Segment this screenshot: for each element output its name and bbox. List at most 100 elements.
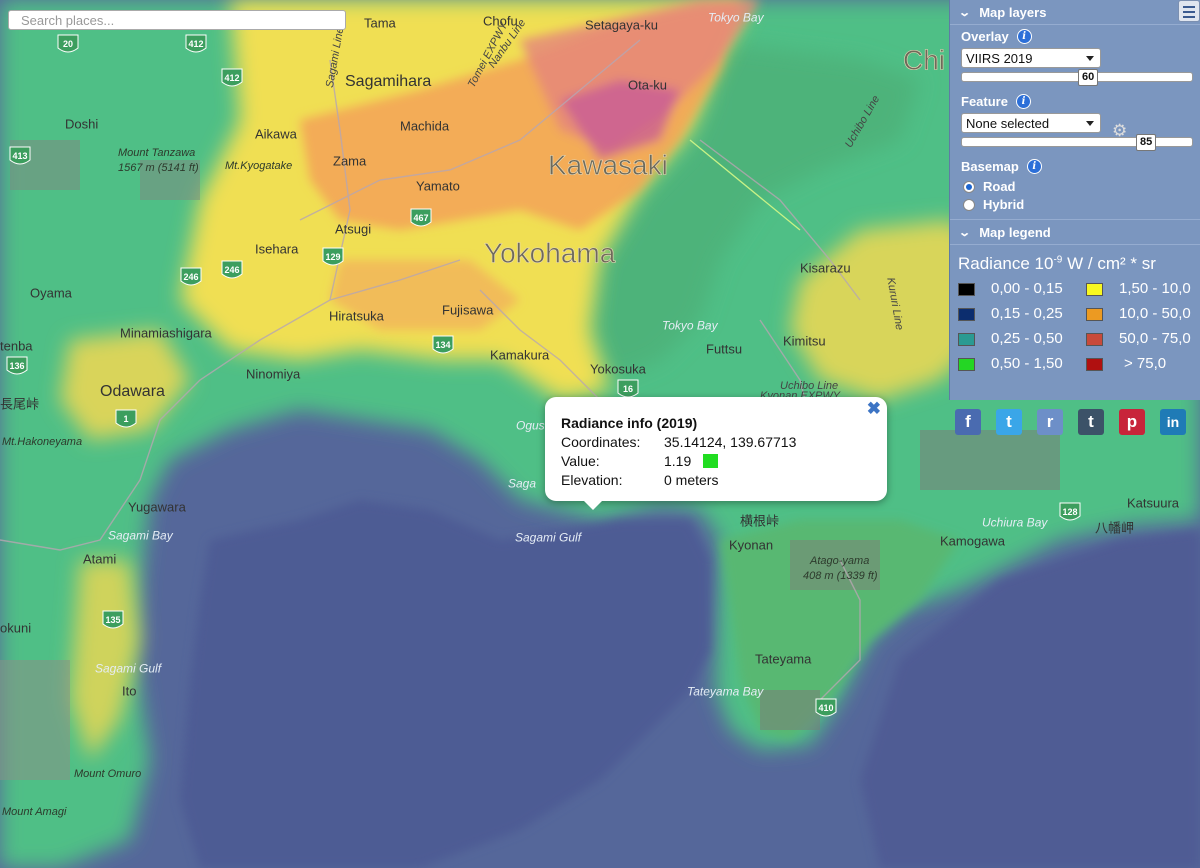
feature-opacity-slider[interactable]: 85 — [961, 134, 1193, 151]
route-shield-icon: 134 — [432, 335, 454, 354]
radio-button-selected[interactable] — [963, 180, 975, 193]
map-place-label: Kamakura — [490, 347, 550, 362]
map-place-label: okuni — [0, 620, 31, 635]
search-input[interactable] — [9, 11, 345, 29]
route-shield-icon: 128 — [1059, 502, 1081, 521]
map-place-label: Sagami Bay — [108, 529, 174, 543]
radiance-value: 1.19 — [664, 452, 692, 469]
map-place-label: Atago-yama — [809, 555, 869, 567]
route-shield-number: 1 — [123, 414, 128, 424]
legend-swatch — [958, 333, 975, 346]
route-shield-number: 129 — [325, 252, 340, 262]
facebook-icon[interactable]: f — [955, 409, 981, 435]
legend-range-label: 0,00 - 0,15 — [991, 280, 1063, 297]
route-shield-number: 16 — [623, 384, 633, 394]
legend-range-label: 10,0 - 50,0 — [1119, 305, 1191, 322]
overlay-opacity-slider[interactable]: 60 — [961, 69, 1193, 86]
map-legend-title: Map legend — [979, 224, 1051, 240]
radiance-info-popup: ✖ Radiance info (2019) Coordinates: 35.1… — [545, 397, 887, 510]
map-place-label: 八幡岬 — [1095, 520, 1134, 535]
elevation-label: Elevation: — [561, 471, 623, 488]
map-layers-header[interactable]: ⌄ Map layers — [950, 0, 1200, 25]
map-place-label: Isehara — [255, 241, 299, 256]
map-place-label: Mount Tanzawa — [118, 147, 195, 159]
basemap-option-hybrid[interactable]: Hybrid — [963, 197, 1200, 212]
route-shield-icon: 246 — [180, 267, 202, 286]
route-shield-icon: 136 — [6, 356, 28, 375]
map-place-label: Yamato — [416, 178, 460, 193]
popup-value-row: Value: 1.19 — [561, 451, 887, 470]
coordinates-value: 35.14124, 139.67713 — [664, 433, 797, 450]
route-shield-icon: 246 — [221, 260, 243, 279]
legend-range-label: 0,15 - 0,25 — [991, 305, 1063, 322]
basemap-hybrid-label: Hybrid — [983, 197, 1025, 212]
linkedin-icon[interactable]: in — [1160, 409, 1186, 435]
map-place-label: 408 m (1339 ft) — [803, 570, 878, 582]
pinterest-icon[interactable]: p — [1119, 409, 1145, 435]
route-shield-number: 246 — [183, 272, 198, 282]
overlay-label-row: Overlay i — [961, 29, 1200, 44]
map-place-label: Mount Omuro — [74, 768, 141, 780]
route-shield-icon: 20 — [57, 34, 79, 53]
popup-title: Radiance info (2019) — [561, 414, 698, 431]
map-place-label: Tokyo Bay — [708, 11, 765, 25]
map-place-label: Sagami Gulf — [515, 531, 583, 545]
route-shield-number: 128 — [1062, 507, 1077, 517]
info-icon[interactable]: i — [1015, 94, 1031, 109]
radio-button[interactable] — [963, 198, 975, 211]
map-place-label: Sagami Gulf — [95, 662, 163, 676]
legend-swatch — [1086, 283, 1103, 296]
feature-slider-thumb[interactable]: 85 — [1136, 134, 1157, 151]
route-shield-number: 135 — [105, 615, 120, 625]
route-shield-number: 136 — [9, 361, 24, 371]
route-shield-number: 412 — [224, 73, 239, 83]
route-shield-number: 20 — [63, 39, 73, 49]
feature-select-value: None selected — [966, 115, 1050, 131]
map-legend-header[interactable]: ⌄ Map legend — [950, 219, 1200, 245]
route-shield-icon: 1 — [115, 409, 137, 428]
route-shield-icon: 129 — [322, 247, 344, 266]
map-place-label: Chi — [903, 44, 945, 75]
map-place-label: Uchiura Bay — [982, 516, 1048, 530]
map-place-label: Machida — [400, 118, 450, 133]
map-place-label: Kyonan — [729, 537, 773, 552]
map-place-label: Tama — [364, 15, 397, 30]
legend-swatch — [958, 358, 975, 371]
twitter-icon[interactable]: t — [996, 409, 1022, 435]
legend-swatch — [958, 308, 975, 321]
close-icon[interactable]: ✖ — [867, 399, 881, 419]
info-icon[interactable]: i — [1016, 29, 1032, 44]
legend-range-label: 50,0 - 75,0 — [1119, 330, 1191, 347]
legend-swatch — [958, 283, 975, 296]
legend-swatch — [1086, 358, 1103, 371]
map-place-label: Ota-ku — [628, 77, 667, 92]
chevron-down-icon: ⌄ — [958, 226, 972, 239]
dropdown-arrow-icon — [1086, 56, 1094, 61]
map-place-label: Odawara — [100, 383, 165, 400]
tumblr-icon[interactable]: t — [1078, 409, 1104, 435]
legend-title-unit: W / cm² * sr — [1062, 254, 1156, 273]
overlay-slider-thumb[interactable]: 60 — [1078, 69, 1099, 86]
overlay-select[interactable]: VIIRS 2019 — [961, 48, 1101, 68]
route-shield-number: 246 — [224, 265, 239, 275]
map-place-label: Ninomiya — [246, 366, 301, 381]
menu-icon[interactable] — [1178, 0, 1200, 22]
info-icon[interactable]: i — [1026, 159, 1042, 174]
popup-pointer — [583, 500, 603, 510]
map-place-label: Sagamihara — [345, 73, 431, 90]
route-shield-number: 467 — [413, 213, 428, 223]
legend-swatch — [1086, 333, 1103, 346]
legend-range-label: 0,50 - 1,50 — [991, 355, 1063, 372]
map-place-label: Saga — [508, 477, 536, 491]
map-place-label: Katsuura — [1127, 495, 1180, 510]
feature-select[interactable]: None selected — [961, 113, 1101, 133]
map-place-label: Mt.Kyogatake — [225, 160, 292, 172]
route-shield-icon: 413 — [9, 146, 31, 165]
map-place-label: Minamiashigara — [120, 325, 213, 340]
search-box[interactable] — [8, 10, 346, 30]
reddit-icon[interactable]: r — [1037, 409, 1063, 435]
chevron-down-icon: ⌄ — [958, 6, 972, 19]
map-place-label: Fujisawa — [442, 302, 494, 317]
basemap-option-road[interactable]: Road — [963, 179, 1200, 194]
route-shield-icon: 467 — [410, 208, 432, 227]
